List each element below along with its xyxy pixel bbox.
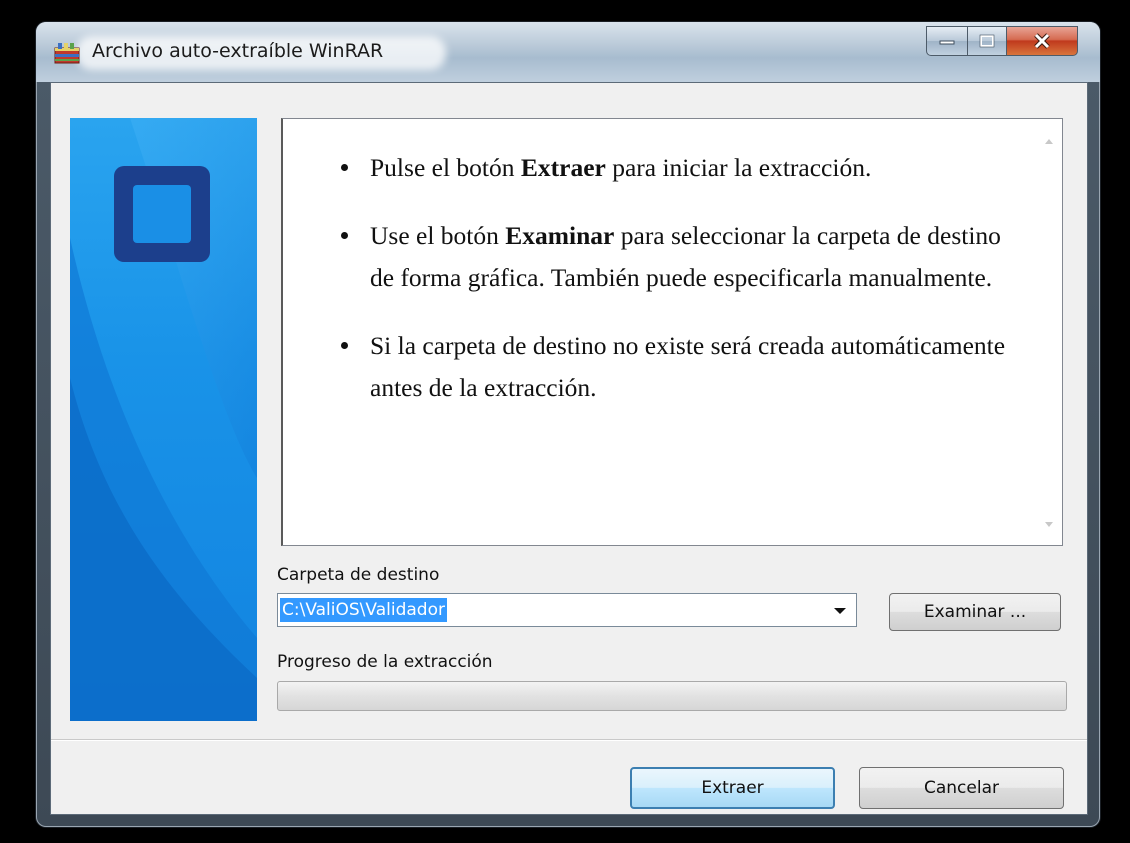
maximize-button[interactable] [968, 26, 1007, 56]
close-icon [1034, 33, 1050, 49]
vertical-scrollbar[interactable] [1036, 119, 1062, 545]
instruction-item: Pulse el botón Extraer para iniciar la e… [323, 147, 1023, 189]
instructions-text-area[interactable]: Pulse el botón Extraer para iniciar la e… [281, 118, 1063, 546]
destination-label: Carpeta de destino [277, 565, 440, 585]
instruction-item: Si la carpeta de destino no existe será … [323, 325, 1023, 409]
destination-folder-combobox[interactable]: C:\ValiOS\Validador [277, 593, 857, 627]
window-title: Archivo auto-extraíble WinRAR [92, 40, 384, 62]
progress-label: Progreso de la extracción [277, 652, 493, 672]
minimize-button[interactable] [926, 26, 968, 56]
title-bar[interactable]: Archivo auto-extraíble WinRAR [36, 22, 1100, 82]
bullet-icon [341, 232, 348, 239]
scroll-down-icon[interactable] [1045, 522, 1053, 527]
destination-path-value[interactable]: C:\ValiOS\Validador [280, 598, 447, 622]
maximize-icon [979, 34, 995, 48]
banner-panel [70, 118, 257, 721]
bullet-icon [341, 164, 348, 171]
minimize-icon [939, 40, 955, 45]
divider [51, 739, 1087, 741]
browse-button[interactable]: Examinar ... [889, 593, 1061, 631]
chevron-down-icon[interactable] [834, 608, 846, 614]
scroll-up-icon[interactable] [1045, 139, 1053, 144]
bullet-icon [341, 342, 348, 349]
extraction-progress-bar [277, 681, 1067, 711]
close-button[interactable] [1007, 26, 1078, 56]
instructions-list: Pulse el botón Extraer para iniciar la e… [323, 147, 1023, 435]
winrar-archive-icon [54, 43, 80, 64]
cancel-button[interactable]: Cancelar [859, 767, 1064, 809]
winrar-sfx-window: Archivo auto-extraíble WinRAR Pulse el b… [36, 22, 1100, 827]
dialog-client-area: Pulse el botón Extraer para iniciar la e… [50, 82, 1088, 815]
extract-button[interactable]: Extraer [630, 767, 835, 809]
instruction-item: Use el botón Examinar para seleccionar l… [323, 215, 1023, 299]
